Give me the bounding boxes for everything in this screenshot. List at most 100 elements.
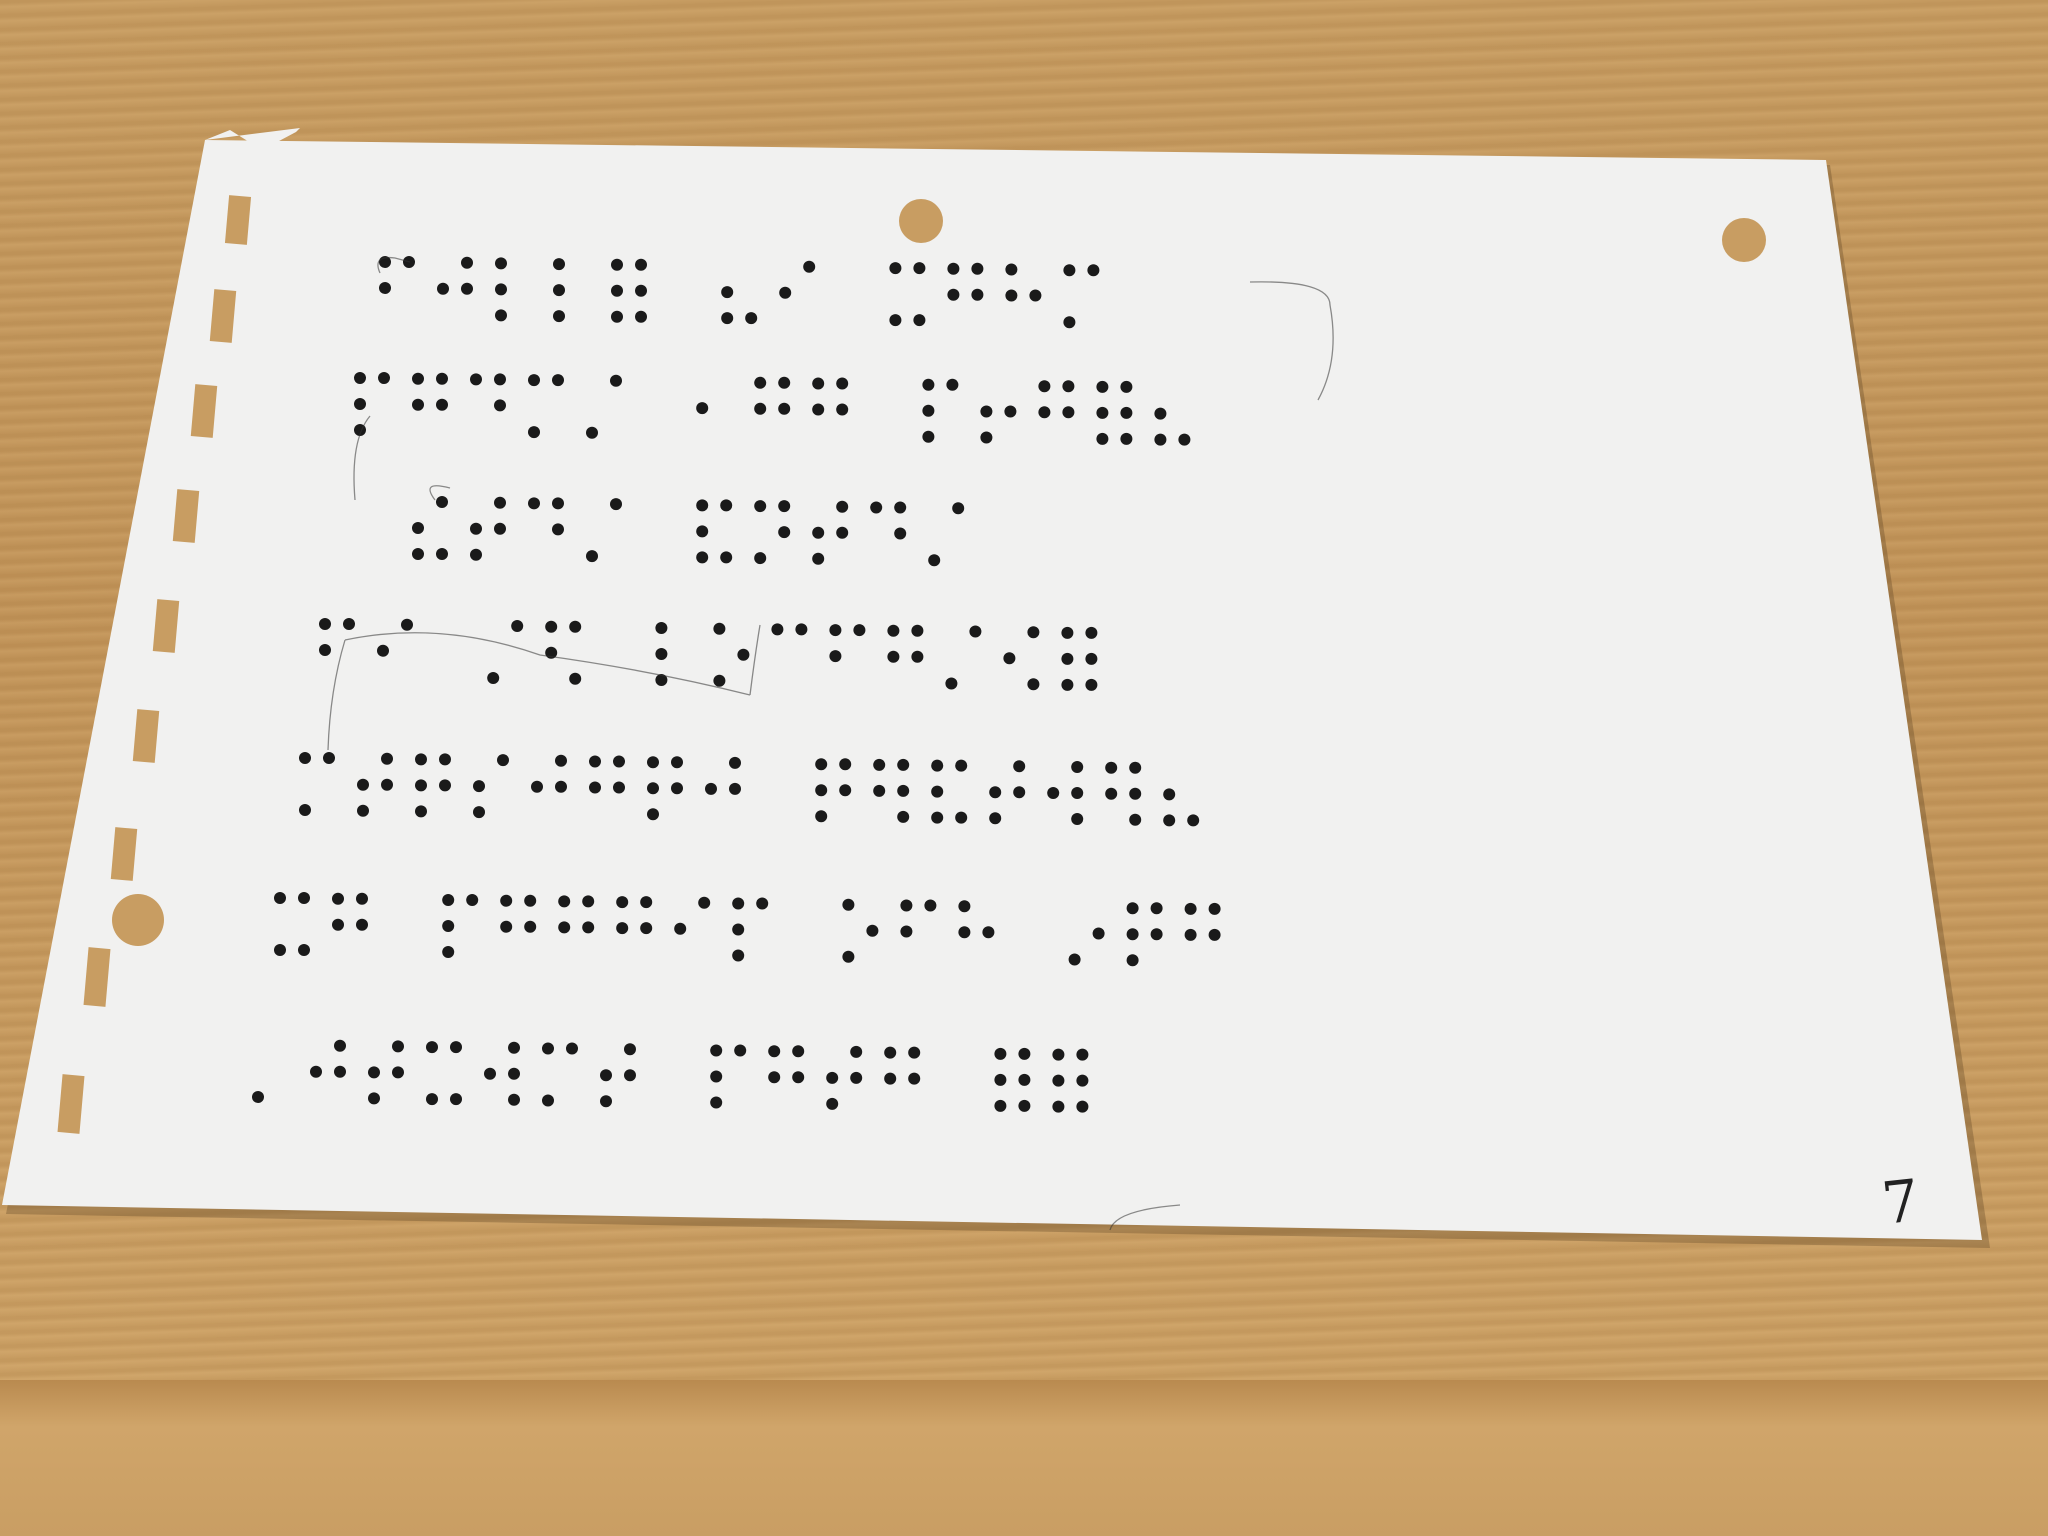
braille-dot	[836, 526, 849, 539]
braille-dot	[497, 754, 509, 767]
braille-dot	[1105, 787, 1118, 800]
braille-dot	[1126, 902, 1139, 915]
braille-dot	[1129, 761, 1142, 774]
braille-dot	[989, 786, 1002, 799]
braille-dot	[613, 755, 625, 768]
braille-dot	[889, 314, 902, 327]
braille-dot	[922, 404, 935, 417]
braille-dot	[357, 778, 369, 791]
braille-dot	[586, 426, 598, 439]
braille-dot	[1085, 678, 1098, 691]
braille-dot	[500, 920, 513, 933]
braille-dot	[924, 899, 937, 912]
braille-dot	[897, 810, 910, 823]
braille-dot	[1120, 406, 1133, 419]
braille-dot	[470, 522, 482, 535]
braille-dot	[696, 402, 709, 415]
punch-hole	[899, 199, 943, 243]
braille-dot	[357, 804, 369, 817]
braille-dot	[1085, 652, 1098, 665]
braille-dot	[994, 1047, 1007, 1060]
braille-dot	[319, 618, 331, 630]
braille-dot	[778, 376, 791, 389]
braille-dot	[778, 402, 791, 415]
braille-dot	[1004, 405, 1017, 418]
braille-dot	[982, 926, 995, 939]
page-number: 7	[1878, 1166, 1923, 1238]
braille-dot	[1052, 1100, 1065, 1113]
braille-dot	[911, 624, 924, 637]
braille-dot	[729, 756, 741, 769]
braille-dot	[1187, 814, 1200, 827]
braille-dot	[1096, 432, 1109, 445]
braille-dot	[955, 759, 968, 772]
braille-dot	[853, 624, 866, 637]
braille-dot	[994, 1073, 1007, 1086]
braille-dot	[553, 258, 565, 271]
braille-dot	[768, 1071, 781, 1084]
braille-dot	[553, 284, 565, 297]
braille-dot	[897, 758, 910, 771]
braille-dot	[873, 758, 886, 771]
braille-dot	[470, 373, 482, 386]
braille-dot	[600, 1069, 612, 1082]
braille-dot	[558, 895, 571, 908]
braille-dot	[439, 779, 451, 792]
braille-dot	[850, 1045, 863, 1058]
braille-dot	[1061, 678, 1074, 691]
braille-dot	[931, 811, 944, 824]
braille-dot	[542, 1042, 554, 1055]
braille-dot	[442, 920, 455, 932]
braille-dot	[989, 812, 1002, 825]
braille-dot	[611, 310, 623, 323]
braille-dot	[298, 944, 310, 956]
braille-dot	[922, 430, 935, 443]
braille-dot	[842, 898, 855, 911]
braille-dot	[1129, 813, 1142, 826]
braille-dot	[356, 918, 368, 931]
braille-dot	[754, 552, 767, 565]
braille-dot	[531, 780, 543, 793]
braille-dot	[710, 1070, 723, 1083]
braille-dot	[1071, 761, 1084, 773]
braille-dot	[354, 398, 366, 410]
braille-dot	[487, 672, 500, 684]
braille-dot	[815, 784, 828, 797]
braille-dot	[426, 1041, 438, 1054]
braille-dot	[900, 925, 913, 938]
braille-dot	[450, 1041, 462, 1054]
braille-dot	[1076, 1048, 1089, 1061]
braille-dot	[792, 1045, 805, 1058]
braille-dot	[1005, 263, 1018, 276]
braille-dot	[754, 376, 767, 389]
braille-dot	[1052, 1048, 1065, 1061]
braille-dot	[836, 500, 849, 513]
braille-dot	[442, 946, 455, 958]
braille-dot	[1068, 953, 1081, 966]
braille-dot	[412, 548, 424, 560]
braille-dot	[524, 920, 537, 933]
braille-dot	[1018, 1099, 1031, 1112]
braille-dot	[698, 896, 711, 909]
braille-sheet	[2, 128, 1990, 1248]
braille-dot	[466, 894, 479, 906]
braille-dot	[737, 648, 750, 661]
braille-dot	[745, 312, 758, 325]
braille-dot	[705, 782, 717, 795]
braille-dot	[754, 500, 767, 513]
braille-dot	[1184, 902, 1197, 915]
braille-dot	[555, 754, 567, 767]
braille-dot	[1163, 788, 1176, 801]
braille-dot	[1071, 813, 1084, 825]
braille-dot	[812, 377, 825, 390]
braille-dot	[958, 926, 971, 939]
braille-dot	[495, 283, 507, 296]
braille-dot	[1062, 380, 1075, 393]
braille-dot	[528, 426, 540, 439]
braille-dot	[647, 808, 659, 821]
braille-dot	[734, 1044, 747, 1057]
braille-dot	[768, 1045, 781, 1058]
braille-dot	[779, 286, 792, 299]
braille-dot	[795, 623, 808, 636]
braille-dot	[1003, 652, 1016, 665]
